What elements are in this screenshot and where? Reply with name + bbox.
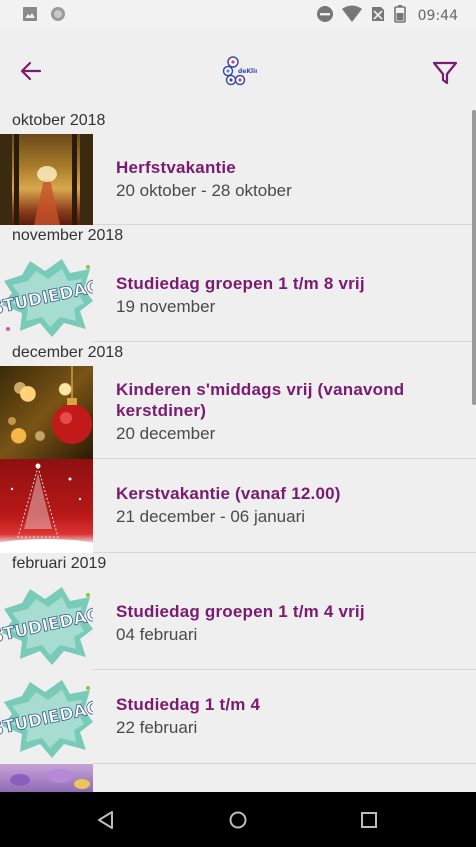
event-date: 20 december — [116, 424, 216, 443]
event-date: 22 februari — [116, 718, 198, 737]
nav-home-icon — [229, 811, 247, 829]
school-logo: deKlim — [219, 54, 261, 88]
event-title: Studiedag 1 t/m 4 — [116, 695, 261, 714]
wifi-icon — [341, 5, 362, 27]
nav-recents-button[interactable] — [355, 806, 383, 834]
event-date: 20 oktober - 28 oktober — [116, 180, 292, 200]
list-item[interactable]: STUDIEDAG Studiedag groepen 1 t/m 8 vrij… — [0, 248, 476, 342]
arrow-left-icon — [20, 61, 42, 81]
event-date: 19 november — [116, 296, 216, 316]
event-thumbnail: STUDIEDAG — [0, 576, 93, 670]
filter-button[interactable] — [428, 56, 462, 90]
nav-recents-icon — [361, 812, 377, 828]
filter-icon — [432, 61, 458, 85]
list-item[interactable] — [0, 763, 476, 792]
event-thumbnail — [0, 365, 93, 459]
scrollbar[interactable] — [472, 110, 476, 405]
list-item[interactable]: STUDIEDAG Studiedag groepen 1 t/m 4 vrij… — [0, 576, 476, 670]
app-screen: 09:44 deKlim — [0, 0, 476, 847]
logo-text: deKlim — [238, 68, 257, 75]
event-title: Studiedag groepen 1 t/m 8 vrij — [116, 273, 365, 293]
list-item[interactable]: Kinderen s'middags vrij (vanavond kerstd… — [0, 365, 476, 459]
month-header: november 2018 — [0, 225, 476, 249]
status-time: 09:44 — [417, 8, 458, 24]
event-title: Studiedag groepen 1 t/m 4 vrij — [116, 601, 365, 621]
nav-back-button[interactable] — [92, 806, 120, 834]
event-thumbnail: STUDIEDAG — [0, 248, 93, 342]
image-icon — [22, 6, 38, 27]
event-list: oktober 2018 Herfstvakantie 20 oktober -… — [0, 110, 476, 792]
back-button[interactable] — [14, 54, 48, 88]
list-item[interactable]: Kerstvakantie (vanaf 12.00) 21 december … — [0, 458, 476, 553]
event-thumbnail — [0, 133, 93, 225]
system-nav-bar — [0, 792, 476, 847]
status-bar: 09:44 — [0, 0, 476, 30]
do-not-disturb-icon — [316, 5, 334, 27]
app-bar: deKlim — [0, 30, 476, 110]
event-thumbnail — [0, 763, 93, 792]
month-header: februari 2019 — [0, 553, 476, 577]
no-sim-icon — [370, 5, 386, 27]
list-item[interactable]: Herfstvakantie 20 oktober - 28 oktober — [0, 133, 476, 225]
event-title: Kinderen s'middags vrij (vanavond kerstd… — [116, 380, 405, 420]
month-header: december 2018 — [0, 342, 476, 366]
nav-home-button[interactable] — [224, 806, 252, 834]
circle-app-icon — [50, 6, 66, 27]
list-item[interactable]: STUDIEDAG Studiedag 1 t/m 4 22 februari — [0, 669, 476, 764]
month-header: oktober 2018 — [0, 110, 476, 134]
event-title: Herfstvakantie — [116, 157, 236, 177]
event-date: 21 december - 06 januari — [116, 507, 306, 526]
event-thumbnail — [0, 458, 93, 553]
event-title: Kerstvakantie (vanaf 12.00) — [116, 484, 341, 503]
nav-back-icon — [98, 811, 113, 829]
event-date: 04 februari — [116, 624, 198, 644]
battery-icon — [393, 5, 406, 27]
event-thumbnail: STUDIEDAG — [0, 669, 93, 764]
